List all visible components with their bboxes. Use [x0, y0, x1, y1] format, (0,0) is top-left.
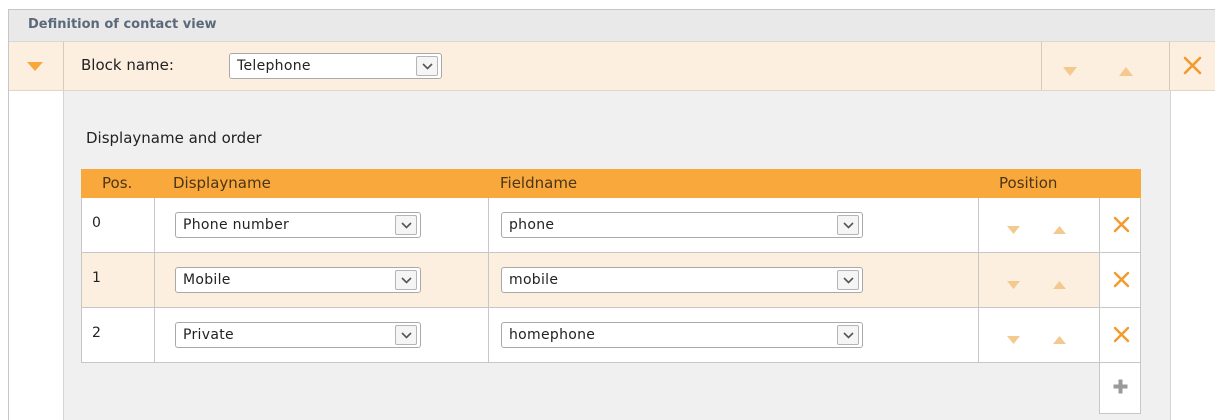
row-move-down-button[interactable] — [1007, 275, 1020, 289]
cell-divider — [154, 253, 155, 307]
displayname-value: Mobile — [183, 272, 231, 288]
row-delete-cell — [1099, 198, 1141, 253]
arrow-up-icon — [1053, 226, 1066, 234]
row-delete-button[interactable] — [1113, 271, 1130, 288]
add-row-button[interactable] — [1099, 363, 1141, 414]
block-move-down-button[interactable] — [1063, 62, 1077, 76]
row-move-down-button[interactable] — [1007, 220, 1020, 234]
header-divider — [1169, 42, 1170, 90]
table-row: 2 Private homephone — [81, 308, 1099, 363]
arrow-up-icon — [1053, 281, 1066, 289]
plus-icon — [1113, 379, 1128, 394]
row-delete-button[interactable] — [1113, 216, 1130, 233]
block-name-value: Telephone — [237, 58, 311, 74]
row-move-up-button[interactable] — [1053, 220, 1066, 234]
arrow-down-icon — [1007, 281, 1020, 289]
arrow-up-icon — [1119, 67, 1133, 76]
table-row: 0 Phone number phone — [81, 198, 1099, 253]
dropdown-button[interactable] — [837, 215, 859, 235]
fieldname-value: mobile — [509, 272, 559, 288]
dropdown-button[interactable] — [395, 270, 417, 290]
cell-divider — [978, 198, 979, 252]
header-displayname: Displayname — [173, 174, 271, 192]
chevron-down-icon — [401, 277, 412, 284]
fieldname-select[interactable]: phone — [501, 212, 863, 238]
section-title-bar: Definition of contact view — [9, 10, 1215, 42]
displayname-value: Phone number — [183, 217, 290, 233]
cell-divider — [978, 253, 979, 307]
arrow-down-icon — [1007, 226, 1020, 234]
dropdown-button[interactable] — [395, 215, 417, 235]
row-move-down-button[interactable] — [1007, 330, 1020, 344]
cell-divider — [978, 308, 979, 362]
displayname-select[interactable]: Private — [175, 322, 421, 348]
displayname-value: Private — [183, 327, 234, 343]
header-position: Position — [999, 174, 1058, 192]
arrow-up-icon — [1053, 336, 1066, 344]
block-name-label: Block name: — [81, 56, 174, 74]
cell-divider — [488, 253, 489, 307]
dropdown-button[interactable] — [837, 270, 859, 290]
fieldname-select[interactable]: mobile — [501, 267, 863, 293]
fieldname-value: phone — [509, 217, 555, 233]
cell-divider — [488, 308, 489, 362]
field-order-table: Pos. Displayname Fieldname Position 0 Ph… — [81, 169, 1141, 416]
row-pos: 0 — [92, 215, 101, 231]
block-move-up-button[interactable] — [1119, 62, 1133, 76]
displayname-select[interactable]: Mobile — [175, 267, 421, 293]
close-icon — [1113, 216, 1130, 233]
chevron-down-icon — [843, 277, 854, 284]
block-content: Displayname and order Pos. Displayname F… — [63, 91, 1171, 420]
block-delete-button[interactable] — [1183, 56, 1202, 75]
displayname-select[interactable]: Phone number — [175, 212, 421, 238]
dropdown-button[interactable] — [395, 325, 417, 345]
row-delete-button[interactable] — [1113, 326, 1130, 343]
dropdown-button[interactable] — [416, 56, 438, 76]
header-fieldname: Fieldname — [500, 174, 578, 192]
collapse-toggle[interactable] — [9, 42, 64, 90]
cell-divider — [154, 308, 155, 362]
section-title: Definition of contact view — [28, 17, 217, 32]
row-pos: 1 — [92, 270, 101, 286]
close-icon — [1183, 56, 1202, 75]
table-header: Pos. Displayname Fieldname Position — [81, 169, 1141, 198]
row-pos: 2 — [92, 325, 101, 341]
chevron-down-icon — [843, 222, 854, 229]
fieldname-select[interactable]: homephone — [501, 322, 863, 348]
arrow-down-icon — [1063, 67, 1077, 76]
arrow-down-icon — [1007, 336, 1020, 344]
contact-view-panel: Definition of contact view Block name: T… — [8, 9, 1215, 420]
row-move-up-button[interactable] — [1053, 275, 1066, 289]
dropdown-button[interactable] — [837, 325, 859, 345]
row-delete-cell — [1099, 308, 1141, 363]
block-name-select[interactable]: Telephone — [229, 53, 442, 79]
close-icon — [1113, 326, 1130, 343]
header-pos: Pos. — [102, 174, 133, 192]
row-delete-cell — [1099, 253, 1141, 308]
cell-divider — [488, 198, 489, 252]
block-header: Block name: Telephone — [9, 42, 1215, 91]
chevron-down-icon — [843, 332, 854, 339]
collapse-triangle-icon — [27, 62, 43, 71]
chevron-down-icon — [401, 332, 412, 339]
row-move-up-button[interactable] — [1053, 330, 1066, 344]
chevron-down-icon — [422, 63, 433, 70]
chevron-down-icon — [401, 222, 412, 229]
subheading: Displayname and order — [86, 129, 262, 147]
cell-divider — [154, 198, 155, 252]
table-row: 1 Mobile mobile — [81, 253, 1099, 308]
fieldname-value: homephone — [509, 327, 596, 343]
header-divider — [1041, 42, 1042, 90]
close-icon — [1113, 271, 1130, 288]
